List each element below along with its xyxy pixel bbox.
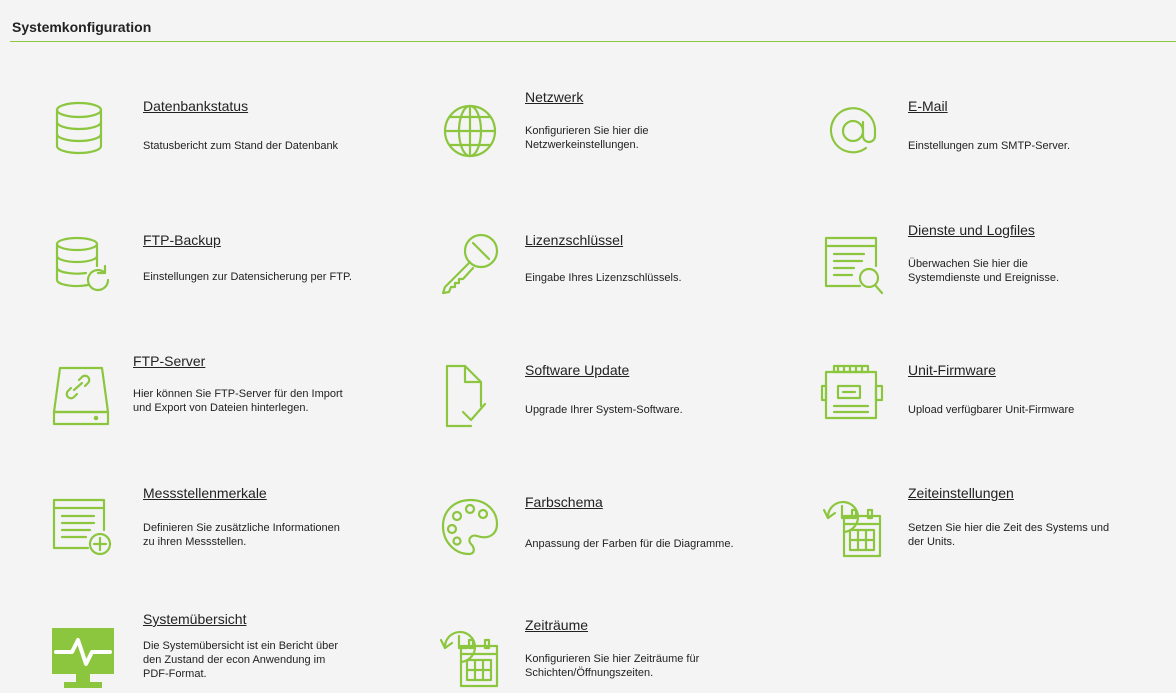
tile-desc-software-update: Upgrade Ihrer System-Software. xyxy=(525,403,785,417)
tile-desc-zeitraeume: Konfigurieren Sie hier Zeiträume für Sch… xyxy=(525,652,785,680)
desc-line: Hier können Sie FTP-Server für den Impor… xyxy=(133,388,343,400)
tile-desc-ftp-server: Hier können Sie FTP-Server für den Impor… xyxy=(133,387,393,415)
desc-line: Überwachen Sie hier die xyxy=(908,258,1028,270)
tile-title-zeitraeume[interactable]: Zeiträume xyxy=(525,617,588,633)
desc-line: Einstellungen zur Datensicherung per FTP… xyxy=(143,271,352,283)
tile-desc-zeiteinstellungen: Setzen Sie hier die Zeit des Systems und… xyxy=(908,521,1168,549)
tile-desc-datenbankstatus: Statusbericht zum Stand der Datenbank xyxy=(143,139,403,153)
tile-title-software-update[interactable]: Software Update xyxy=(525,362,629,378)
desc-line: Upgrade Ihrer System-Software. xyxy=(525,404,683,416)
tile-desc-dienste-logfiles: Überwachen Sie hier die Systemdienste un… xyxy=(908,257,1168,285)
globe-icon[interactable] xyxy=(437,98,503,164)
desc-line: Konfigurieren Sie hier die xyxy=(525,125,649,137)
desc-line: der Units. xyxy=(908,536,956,548)
log-search-icon[interactable] xyxy=(820,232,886,298)
page-header: Systemkonfiguration xyxy=(0,0,1176,42)
tile-title-messstellenmerkale[interactable]: Messstellenmerkale xyxy=(143,485,267,501)
clock-calendar-icon[interactable] xyxy=(437,624,503,690)
header-divider xyxy=(10,41,1176,42)
palette-icon[interactable] xyxy=(437,494,503,560)
device-unit-icon[interactable] xyxy=(820,362,886,428)
tile-desc-unit-firmware: Upload verfügbarer Unit-Firmware xyxy=(908,403,1168,417)
database-icon[interactable] xyxy=(46,96,112,162)
desc-line: zu ihren Messstellen. xyxy=(143,536,247,548)
desc-line: Die Systemübersicht ist ein Bericht über xyxy=(143,640,339,652)
server-link-icon[interactable] xyxy=(48,364,114,430)
desc-line: Systemdienste und Ereignisse. xyxy=(908,272,1060,284)
monitor-pulse-icon[interactable] xyxy=(50,624,116,690)
desc-line: Setzen Sie hier die Zeit des Systems und xyxy=(908,522,1110,534)
desc-line: Statusbericht zum Stand der Datenbank xyxy=(143,140,339,152)
tile-desc-email: Einstellungen zum SMTP-Server. xyxy=(908,139,1168,153)
tile-title-dienste-logfiles[interactable]: Dienste und Logfiles xyxy=(908,222,1035,238)
clock-calendar-icon[interactable] xyxy=(820,494,886,560)
tile-title-systemuebersicht[interactable]: Systemübersicht xyxy=(143,611,246,627)
tile-desc-farbschema: Anpassung der Farben für die Diagramme. xyxy=(525,537,785,551)
desc-line: den Zustand der econ Anwendung im xyxy=(143,654,326,666)
desc-line: Upload verfügbarer Unit-Firmware xyxy=(908,404,1075,416)
desc-line: Definieren Sie zusätzliche Informationen xyxy=(143,522,340,534)
tile-title-netzwerk[interactable]: Netzwerk xyxy=(525,89,583,105)
tile-desc-messstellenmerkale: Definieren Sie zusätzliche Informationen… xyxy=(143,521,403,549)
tile-desc-systemuebersicht: Die Systemübersicht ist ein Bericht über… xyxy=(143,639,403,681)
desc-line: Einstellungen zum SMTP-Server. xyxy=(908,140,1071,152)
at-sign-icon[interactable] xyxy=(820,98,886,164)
tile-title-farbschema[interactable]: Farbschema xyxy=(525,494,603,510)
tile-title-unit-firmware[interactable]: Unit-Firmware xyxy=(908,362,996,378)
list-add-icon[interactable] xyxy=(50,494,116,560)
tile-title-zeiteinstellungen[interactable]: Zeiteinstellungen xyxy=(908,485,1014,501)
tile-desc-ftp-backup: Einstellungen zur Datensicherung per FTP… xyxy=(143,270,403,284)
desc-line: PDF-Format. xyxy=(143,668,207,680)
document-check-icon[interactable] xyxy=(437,362,503,428)
key-icon[interactable] xyxy=(437,229,503,295)
desc-line: Konfigurieren Sie hier Zeiträume für xyxy=(525,653,700,665)
database-refresh-icon[interactable] xyxy=(48,232,114,298)
tile-title-email[interactable]: E-Mail xyxy=(908,98,948,114)
tile-title-ftp-server[interactable]: FTP-Server xyxy=(133,353,205,369)
desc-line: Eingabe Ihres Lizenzschlüssels. xyxy=(525,272,682,284)
page-title: Systemkonfiguration xyxy=(12,19,152,35)
tile-desc-netzwerk: Konfigurieren Sie hier die Netzwerkeinst… xyxy=(525,124,785,152)
desc-line: Netzwerkeinstellungen. xyxy=(525,139,639,151)
tile-title-lizenzschluessel[interactable]: Lizenzschlüssel xyxy=(525,232,623,248)
desc-line: Anpassung der Farben für die Diagramme. xyxy=(525,538,734,550)
tile-title-datenbankstatus[interactable]: Datenbankstatus xyxy=(143,98,248,114)
tile-title-ftp-backup[interactable]: FTP-Backup xyxy=(143,232,221,248)
desc-line: Schichten/Öffnungszeiten. xyxy=(525,667,654,679)
tile-desc-lizenzschluessel: Eingabe Ihres Lizenzschlüssels. xyxy=(525,271,785,285)
desc-line: und Export von Dateien hinterlegen. xyxy=(133,402,309,414)
